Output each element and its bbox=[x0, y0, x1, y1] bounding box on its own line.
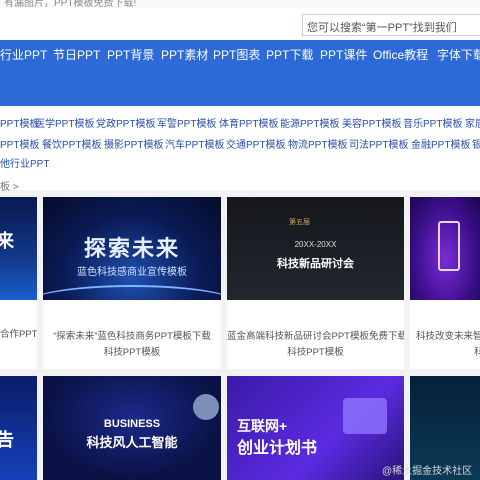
template-thumbnail[interactable]: 第五届 20XX-20XX 科技新品研讨会 bbox=[227, 197, 404, 300]
category-link[interactable]: 司法PPT模板 bbox=[349, 136, 408, 151]
category-links: PPT模板 医学PPT模板 党政PPT模板 军警PPT模板 体育PPT模板 能源… bbox=[0, 106, 480, 190]
nav-item-office[interactable]: Office教程 bbox=[373, 46, 428, 63]
nav-item-background[interactable]: PPT背景 bbox=[107, 46, 154, 63]
template-card[interactable]: 来 合作PPT模 bbox=[0, 197, 37, 369]
breadcrumb[interactable]: 板 > bbox=[0, 178, 19, 193]
top-notice-bar: 有漏图片，PPT模板免费下载! bbox=[0, 0, 480, 8]
template-thumbnail[interactable]: 互联网+ 创业计划书 bbox=[227, 376, 404, 480]
category-link[interactable]: 军警PPT模板 bbox=[157, 115, 216, 130]
thumbnail-text: 来 bbox=[0, 231, 14, 251]
template-card[interactable]: 告 bbox=[0, 376, 37, 480]
category-link[interactable]: 美容PPT模板 bbox=[342, 115, 401, 130]
template-category[interactable]: 科 bbox=[474, 345, 480, 361]
category-link[interactable]: 音乐PPT模板 bbox=[403, 115, 462, 130]
template-thumbnail[interactable]: 探索未来 蓝色科技感商业宣传模板 bbox=[43, 197, 221, 300]
category-link[interactable]: 他行业PPT bbox=[0, 155, 49, 170]
template-category[interactable]: 科技PPT模板 bbox=[43, 345, 221, 361]
thumbnail-figure bbox=[438, 221, 460, 271]
category-link[interactable]: 交通PPT模板 bbox=[226, 136, 285, 151]
nav-item-chart[interactable]: PPT图表 bbox=[213, 46, 260, 63]
template-card[interactable]: 互联网+ 创业计划书 bbox=[227, 376, 404, 480]
thumbnail-subtext: 创业计划书 bbox=[237, 440, 318, 457]
category-link[interactable]: 摄影PPT模板 bbox=[104, 136, 163, 151]
thumbnail-text: 互联网+ bbox=[237, 418, 288, 434]
category-link[interactable]: 金融PPT模板 bbox=[411, 136, 470, 151]
template-title[interactable]: “探索未来”蓝色科技商务PPT模板下载 bbox=[43, 329, 221, 345]
category-link[interactable]: 体育PPT模板 bbox=[219, 115, 278, 130]
thumbnail-tag: 第五届 bbox=[289, 219, 310, 226]
nav-item-material[interactable]: PPT素材 bbox=[161, 46, 208, 63]
template-category[interactable]: 科技PPT模板 bbox=[227, 345, 404, 361]
banner bbox=[0, 66, 480, 106]
category-link[interactable]: PPT模板 bbox=[0, 136, 39, 151]
thumbnail-text: 探索未来 bbox=[83, 236, 180, 261]
nav-item-festival[interactable]: 节日PPT bbox=[53, 46, 100, 63]
template-thumbnail[interactable]: 告 bbox=[0, 376, 37, 480]
template-title[interactable]: 合作PPT模 bbox=[0, 327, 37, 343]
category-link[interactable]: 餐饮PPT模板 bbox=[42, 136, 101, 151]
category-link[interactable]: 物流PPT模板 bbox=[288, 136, 347, 151]
category-link[interactable]: 汽车PPT模板 bbox=[165, 136, 224, 151]
thumbnail-text: 20XX-20XX bbox=[294, 240, 337, 249]
thumbnail-text: 告 bbox=[0, 430, 14, 450]
template-card[interactable]: 探索未来 蓝色科技感商业宣传模板 “探索未来”蓝色科技商务PPT模板下载 科技P… bbox=[43, 197, 221, 369]
template-title[interactable]: 科技改变未来智慧会 bbox=[416, 329, 480, 345]
category-link[interactable]: 家居 bbox=[465, 115, 480, 130]
search-input[interactable]: 您可以搜索“第一PPT”找到我们 bbox=[302, 14, 480, 36]
thumbnail-figure bbox=[343, 398, 387, 434]
category-link[interactable]: 能源PPT模板 bbox=[280, 115, 339, 130]
planet-icon bbox=[193, 394, 219, 420]
template-card[interactable]: 科技改变未来智慧会 科 bbox=[410, 197, 480, 369]
planet-arc bbox=[43, 285, 221, 300]
thumbnail-subtext: 科技风人工智能 bbox=[86, 435, 178, 450]
thumbnail-subtext: 蓝色科技感商业宣传模板 bbox=[77, 267, 187, 278]
watermark: @稀土掘金技术社区 bbox=[382, 466, 473, 477]
page: 有漏图片，PPT模板免费下载! 您可以搜索“第一PPT”找到我们 行业PPT 节… bbox=[0, 0, 480, 480]
nav-item-courseware[interactable]: PPT课件 bbox=[320, 46, 367, 63]
category-link[interactable]: 党政PPT模板 bbox=[96, 115, 155, 130]
nav-item-download[interactable]: PPT下载 bbox=[266, 46, 313, 63]
main-nav: 行业PPT 节日PPT PPT背景 PPT素材 PPT图表 PPT下载 PPT课… bbox=[0, 40, 480, 66]
search-placeholder: 您可以搜索“第一PPT”找到我们 bbox=[307, 22, 457, 34]
template-title[interactable]: 蓝金高端科技新品研讨会PPT模板免费下载 bbox=[227, 329, 404, 345]
nav-item-industry[interactable]: 行业PPT bbox=[0, 46, 47, 63]
category-link[interactable]: PPT模板 bbox=[0, 115, 39, 130]
template-thumbnail[interactable] bbox=[410, 197, 480, 300]
thumbnail-subtext: 科技新品研讨会 bbox=[277, 258, 354, 270]
template-card[interactable]: BUSINESS 科技风人工智能 bbox=[43, 376, 221, 480]
template-thumbnail[interactable]: 来 bbox=[0, 197, 37, 300]
template-card[interactable]: 第五届 20XX-20XX 科技新品研讨会 蓝金高端科技新品研讨会PPT模板免费… bbox=[227, 197, 404, 369]
nav-item-fonts[interactable]: 字体下载 bbox=[437, 46, 480, 63]
category-link[interactable]: 银 bbox=[472, 136, 480, 151]
top-notice-text: 有漏图片，PPT模板免费下载! bbox=[4, 0, 137, 8]
template-thumbnail[interactable]: BUSINESS 科技风人工智能 bbox=[43, 376, 221, 480]
thumbnail-text: BUSINESS bbox=[103, 418, 161, 430]
category-link[interactable]: 医学PPT模板 bbox=[35, 115, 94, 130]
